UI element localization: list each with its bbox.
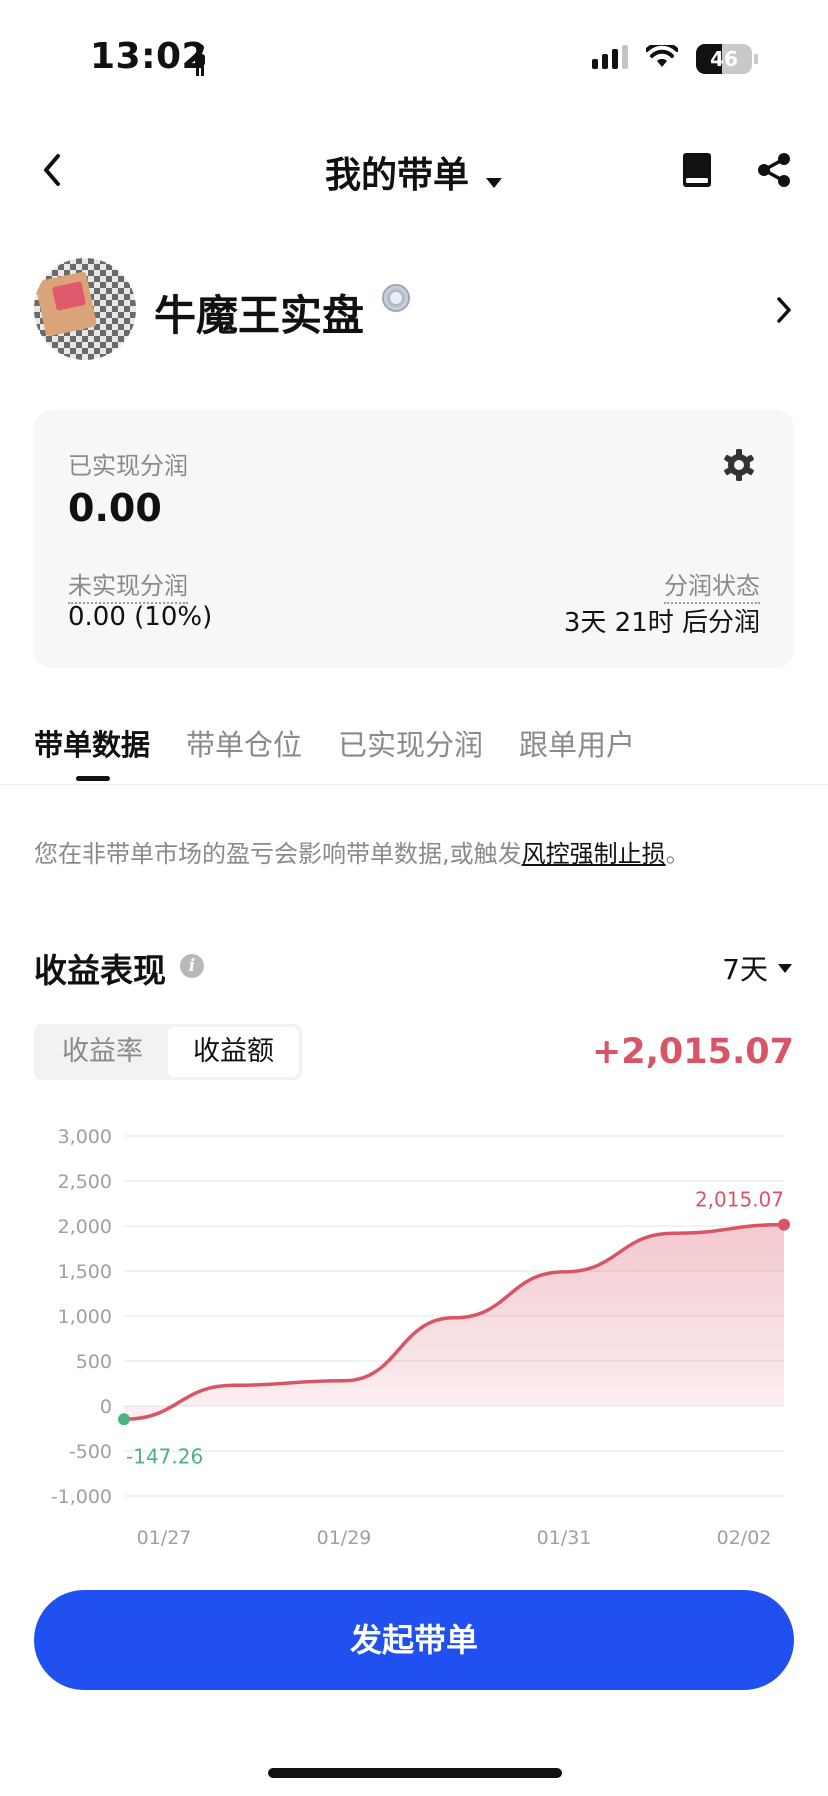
y-tick-label: 0	[100, 1396, 112, 1418]
y-tick-label: -1,000	[51, 1486, 112, 1508]
avatar[interactable]	[34, 258, 136, 360]
active-tab-indicator	[76, 776, 110, 781]
battery-icon: 46	[696, 44, 752, 74]
tab-realized-share[interactable]: 已实现分润	[338, 722, 483, 764]
gear-icon	[724, 449, 754, 481]
series-area	[124, 1224, 784, 1420]
profit-share-card: 已实现分润 0.00 未实现分润 0.00 (10%) 分润状态 3天 21时 …	[34, 410, 794, 668]
start-point	[118, 1413, 130, 1426]
medal-icon	[382, 284, 410, 312]
end-point	[778, 1218, 790, 1231]
risk-notice: 您在非带单市场的盈亏会影响带单数据,或触发风控强制止损。	[34, 834, 690, 869]
forced-stop-loss-link[interactable]: 风控强制止损	[522, 840, 666, 868]
y-tick-label: 3,000	[58, 1126, 112, 1148]
y-tick-label: 1,500	[58, 1261, 112, 1283]
segment-return-amount[interactable]: 收益额	[168, 1027, 299, 1077]
status-time: 13:02	[90, 36, 208, 77]
unrealized-value: 0.00 (10%)	[68, 602, 213, 632]
unrealized-label[interactable]: 未实现分润	[68, 566, 188, 604]
chevron-right-icon	[777, 297, 791, 323]
signal-icon	[592, 45, 628, 73]
x-tick-label: 01/31	[537, 1527, 592, 1549]
tab-bar: 带单数据 带单仓位 已实现分润 跟单用户	[34, 722, 635, 764]
segment-return-rate[interactable]: 收益率	[37, 1027, 168, 1077]
home-indicator	[268, 1768, 562, 1778]
period-dropdown[interactable]: 7天	[722, 948, 792, 988]
person-icon	[192, 44, 208, 80]
y-tick-label: -500	[69, 1441, 112, 1463]
tab-followers[interactable]: 跟单用户	[519, 722, 635, 764]
share-status-label[interactable]: 分润状态	[664, 566, 760, 604]
page-title: 我的带单	[324, 155, 469, 196]
realized-value: 0.00	[68, 486, 162, 530]
status-indicators: 46	[592, 41, 758, 74]
share-status-value: 3天 21时 后分润	[563, 608, 760, 638]
x-tick-label: 01/27	[137, 1527, 192, 1549]
caret-down-icon	[778, 963, 792, 973]
divider	[0, 784, 828, 785]
x-tick-label: 01/29	[317, 1527, 372, 1549]
book-icon-button[interactable]	[680, 152, 714, 192]
share-button[interactable]	[756, 152, 792, 192]
y-tick-label: 2,500	[58, 1171, 112, 1193]
settings-button[interactable]	[722, 448, 756, 486]
start-lead-trading-button[interactable]: 发起带单	[34, 1590, 794, 1690]
profile-chevron-button[interactable]	[774, 296, 794, 328]
profile-name[interactable]: 牛魔王实盘	[154, 282, 364, 343]
start-value-label: -147.26	[126, 1444, 203, 1468]
period-label: 7天	[722, 953, 768, 986]
realized-label: 已实现分润	[68, 452, 188, 480]
performance-title: 收益表现	[34, 951, 166, 990]
tab-lead-positions[interactable]: 带单仓位	[186, 722, 302, 764]
y-tick-label: 2,000	[58, 1216, 112, 1238]
total-profit: +2,015.07	[591, 1032, 794, 1072]
tab-lead-data[interactable]: 带单数据	[34, 722, 150, 764]
notice-text: 您在非带单市场的盈亏会影响带单数据,或触发	[34, 840, 522, 868]
battery-percent: 46	[710, 47, 738, 71]
info-icon[interactable]: i	[180, 954, 204, 978]
x-tick-label: 02/02	[717, 1527, 772, 1549]
notice-suffix: 。	[665, 840, 690, 868]
end-value-label: 2,015.07	[695, 1188, 784, 1212]
y-tick-label: 1,000	[58, 1306, 112, 1328]
metric-toggle: 收益率 收益额	[34, 1024, 302, 1080]
wifi-icon	[645, 41, 679, 73]
profit-chart: 3,000 2,500 2,000 1,500 1,000 500 0 -500 -1,000-…	[51, 1126, 790, 1549]
book-icon	[683, 153, 711, 187]
y-tick-label: 500	[76, 1351, 112, 1373]
caret-down-icon	[485, 157, 503, 198]
share-icon	[758, 153, 790, 187]
